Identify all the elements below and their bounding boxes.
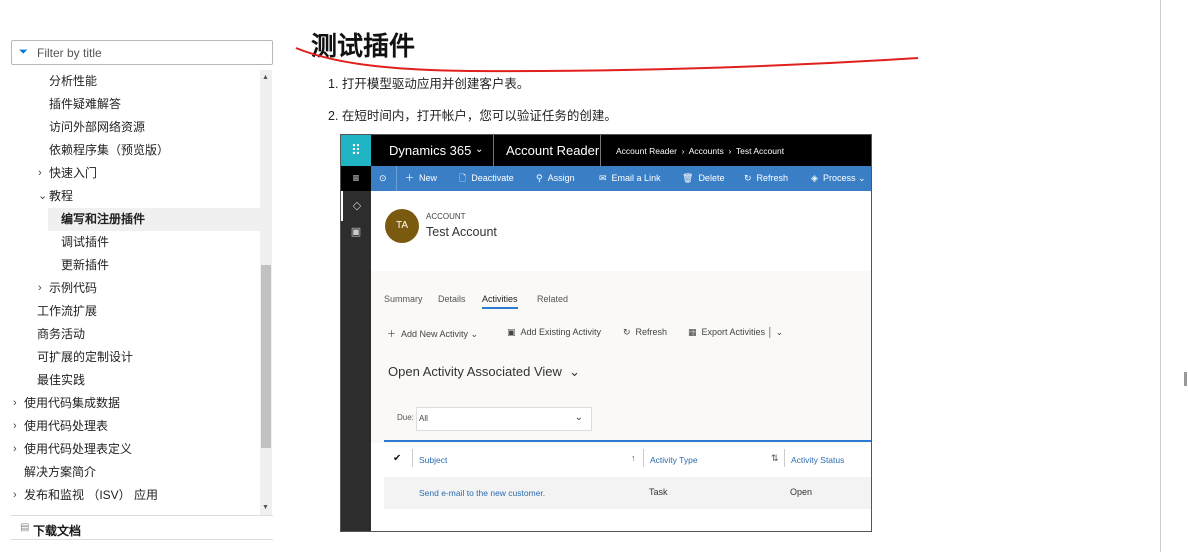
- chevron-down-icon: ⌄: [475, 144, 484, 155]
- toc-item-label: 示例代码: [49, 281, 98, 295]
- toc-item[interactable]: 最佳实践: [0, 369, 260, 392]
- due-label: Due:: [397, 413, 414, 422]
- scroll-thumb[interactable]: [261, 265, 271, 448]
- sort-asc-icon: ↑: [631, 453, 636, 463]
- scroll-down-icon[interactable]: ▼: [262, 504, 269, 511]
- toc-item[interactable]: › 示例代码: [0, 277, 260, 300]
- download-docs-link[interactable]: ▤ 下载文档: [11, 515, 273, 540]
- chevron-right-icon[interactable]: ›: [13, 392, 17, 415]
- cmd-new: ＋ New: [405, 173, 438, 183]
- step-2: 2. 在短时间内，打开帐户，您可以验证任务的创建。: [328, 109, 617, 123]
- toc-item[interactable]: ⌄ 教程: [0, 185, 260, 208]
- col-subject: Subject: [419, 455, 448, 465]
- back-icon: ⊙: [379, 173, 387, 183]
- toc-item-label: 使用代码集成数据: [24, 396, 121, 410]
- chevron-right-icon[interactable]: ›: [13, 438, 17, 461]
- toc-item[interactable]: › 发布和监视 （ISV） 应用: [0, 484, 260, 507]
- download-label: 下载文档: [33, 524, 82, 538]
- breadcrumb: Account Reader › Accounts › Test Account: [616, 146, 785, 156]
- toc-item-label: 访问外部网络资源: [49, 120, 146, 134]
- subgrid-refresh: ↻ Refresh: [623, 327, 668, 337]
- toc-item-label: 更新插件: [61, 258, 110, 272]
- toc-item-label: 发布和监视 （ISV） 应用: [24, 488, 159, 502]
- export-activities: ▦ Export Activities │ ⌄: [688, 327, 784, 337]
- waffle-icon: ⠿: [341, 135, 371, 166]
- add-existing-activity: ▣ Add Existing Activity: [507, 327, 602, 337]
- toc-item-label: 依赖程序集（预览版）: [49, 143, 170, 157]
- cmd-delete: 🗑 Delete: [682, 173, 725, 183]
- toc-item-label: 快速入门: [49, 166, 98, 180]
- entity-label: ACCOUNT: [426, 212, 466, 221]
- toc-item-label: 教程: [49, 189, 74, 203]
- toc-item-label: 最佳实践: [37, 373, 86, 387]
- toc-item[interactable]: 编写和注册插件: [48, 208, 260, 231]
- record-name: Test Account: [426, 225, 497, 239]
- toc-item[interactable]: › 使用代码处理表定义: [0, 438, 260, 461]
- toc-item[interactable]: 依赖程序集（预览版）: [0, 139, 260, 162]
- left-rail: ◇ ▣: [341, 191, 371, 531]
- tab-related: Related: [537, 294, 569, 304]
- sort-icon: ⇅: [771, 453, 779, 463]
- app-name: Account Reader: [506, 143, 600, 158]
- tab-activities: Activities: [482, 294, 518, 309]
- page-scroll-thumb[interactable]: [1184, 372, 1187, 386]
- toc-item-label: 调试插件: [61, 235, 110, 249]
- avatar: TA: [385, 209, 419, 243]
- toc-item-label: 解决方案简介: [24, 465, 97, 479]
- due-dropdown: All ⌄: [416, 407, 592, 431]
- toc-item[interactable]: › 快速入门: [0, 162, 260, 185]
- cmd-refresh: ↻ Refresh: [744, 173, 789, 183]
- toc-item[interactable]: 调试插件: [0, 231, 260, 254]
- app-title: Dynamics 365: [389, 143, 472, 158]
- chevron-right-icon[interactable]: ›: [13, 484, 17, 507]
- toc-item-label: 可扩展的定制设计: [37, 350, 134, 364]
- hamburger-icon: ≡: [341, 166, 371, 191]
- col-activity-status: Activity Status: [791, 455, 845, 465]
- pinned-icon: ▣: [350, 226, 362, 238]
- toc-item[interactable]: 商务活动: [0, 323, 260, 346]
- recent-icon: ◇: [341, 191, 371, 221]
- toc-item-label: 使用代码处理表定义: [24, 442, 133, 456]
- command-bar: ≡ ⊙ ＋ New 🗋 Deactivate ⚲ Assign ✉ Email …: [341, 166, 871, 191]
- step-1: 1. 打开模型驱动应用并创建客户表。: [328, 77, 530, 91]
- red-underline-annotation: [295, 47, 919, 73]
- cmd-deactivate: 🗋 Deactivate: [459, 173, 514, 183]
- toc-item[interactable]: › 使用代码处理表: [0, 415, 260, 438]
- table-row: Send e-mail to the new customer. Task Op…: [384, 477, 871, 509]
- dynamics-screenshot: ⠿ Dynamics 365 ⌄ Account Reader Account …: [340, 134, 872, 532]
- document-icon: ▤: [20, 522, 30, 533]
- add-new-activity: ＋ Add New Activity ⌄: [387, 329, 479, 339]
- cmd-process: ◈ Process ⌄: [811, 173, 866, 183]
- toc-item[interactable]: 解决方案简介: [0, 461, 260, 484]
- toc-item[interactable]: › 使用代码集成数据: [0, 392, 260, 415]
- select-all-check-icon: ✔: [393, 453, 402, 464]
- tab-summary: Summary: [384, 294, 423, 304]
- chevron-right-icon[interactable]: ›: [38, 162, 42, 185]
- toc-item-label: 工作流扩展: [37, 304, 98, 318]
- tab-details: Details: [438, 294, 466, 304]
- chevron-right-icon[interactable]: ›: [13, 415, 17, 438]
- toc-item-label: 使用代码处理表: [24, 419, 109, 433]
- view-selector: Open Activity Associated View ⌄: [388, 364, 581, 379]
- toc-scrollbar[interactable]: ▲ ▼: [260, 70, 272, 515]
- toc-item-label: 商务活动: [37, 327, 86, 341]
- toc-item[interactable]: 可扩展的定制设计: [0, 346, 260, 369]
- chevron-down-icon[interactable]: ⌄: [38, 185, 47, 208]
- toc-tree: 分析性能 插件疑难解答 访问外部网络资源 依赖程序集（预览版） › 快速入门 ⌄ 教程 编写和注…: [0, 70, 260, 515]
- toc-item[interactable]: 访问外部网络资源: [0, 116, 260, 139]
- col-activity-type: Activity Type: [650, 455, 698, 465]
- cmd-assign: ⚲ Assign: [536, 173, 575, 183]
- toc-item-label: 编写和注册插件: [61, 212, 146, 226]
- top-bar: ⠿ Dynamics 365 ⌄ Account Reader Account …: [341, 135, 871, 166]
- cmd-email-link: ✉ Email a Link: [599, 173, 661, 183]
- toc-item[interactable]: 更新插件: [0, 254, 260, 277]
- chevron-right-icon[interactable]: ›: [38, 277, 42, 300]
- toc-item[interactable]: 工作流扩展: [0, 300, 260, 323]
